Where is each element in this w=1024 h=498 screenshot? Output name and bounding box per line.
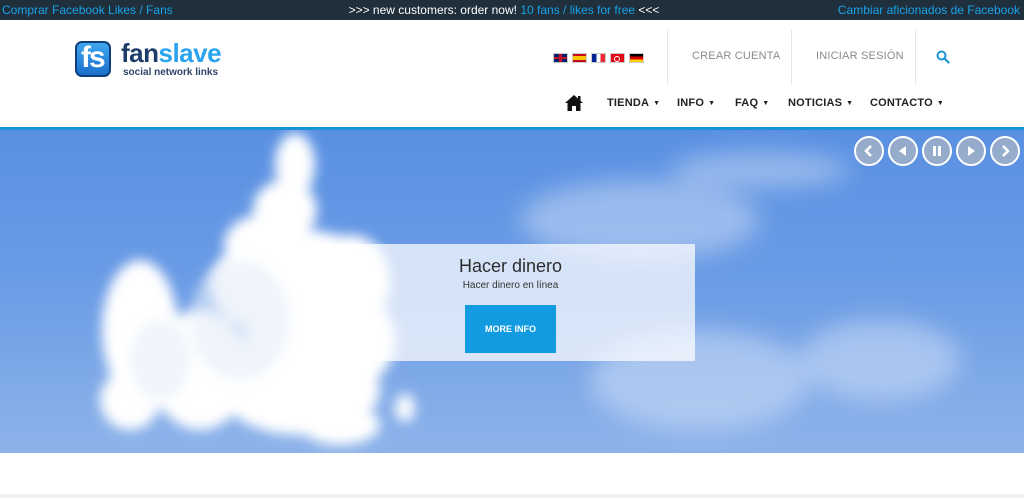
caret-down-icon: ▼	[846, 100, 854, 107]
nav-item-faq[interactable]: FAQ ▼	[735, 97, 769, 109]
slider-controls	[854, 136, 1020, 166]
play-left-icon	[899, 146, 906, 156]
caret-down-icon: ▼	[762, 100, 770, 107]
create-account-link[interactable]: CREAR CUENTA	[692, 50, 780, 62]
logo-name: fanslave	[121, 38, 222, 68]
search-icon[interactable]	[936, 50, 950, 64]
language-switcher	[553, 53, 644, 64]
caret-down-icon: ▼	[653, 100, 661, 107]
promo-highlight-link[interactable]: 10 fans / likes for free	[520, 3, 635, 17]
logo-tagline: social network links	[123, 67, 219, 78]
top-bar: Comprar Facebook Likes / Fans >>> new cu…	[0, 0, 1024, 20]
more-info-button[interactable]: MORE INFO	[465, 305, 556, 353]
site-header: fs fanslave social network links CREAR C…	[0, 20, 1024, 127]
promo-prefix: >>> new customers: order now!	[348, 3, 517, 17]
bottom-divider	[0, 494, 1024, 498]
next-slide-button[interactable]	[956, 136, 986, 166]
login-link[interactable]: INICIAR SESIÓN	[816, 50, 904, 62]
play-right-icon	[968, 146, 975, 156]
chevron-left-icon	[864, 145, 872, 157]
logo-mark: fs	[75, 41, 111, 77]
nav-item-tienda[interactable]: TIENDA ▼	[607, 97, 660, 109]
caret-down-icon: ▼	[708, 100, 716, 107]
chevron-right-icon	[1002, 145, 1010, 157]
nav-item-noticias[interactable]: NOTICIAS ▼	[788, 97, 853, 109]
slide-title: Hacer dinero	[458, 256, 563, 276]
fr-flag-icon[interactable]	[591, 53, 606, 63]
divider	[915, 30, 916, 84]
promo-suffix: <<<	[638, 3, 660, 17]
first-slide-button[interactable]	[854, 136, 884, 166]
nav-item-info[interactable]: INFO ▼	[677, 97, 715, 109]
nav-item-contacto[interactable]: CONTACTO ▼	[870, 97, 944, 109]
hero-slider: Hacer dinero Hacer dinero en línea MORE …	[0, 130, 1024, 453]
last-slide-button[interactable]	[990, 136, 1020, 166]
slide-caption: Hacer dinero Hacer dinero en línea MORE …	[326, 244, 695, 361]
divider	[667, 30, 668, 84]
pause-slide-button[interactable]	[922, 136, 952, 166]
home-icon[interactable]	[564, 94, 584, 112]
slide-subtitle: Hacer dinero en línea	[462, 280, 559, 291]
caret-down-icon: ▼	[936, 100, 945, 107]
below-hero-area	[0, 453, 1024, 498]
exchange-fans-link[interactable]: Cambiar aficionados de Facebook	[838, 0, 1020, 20]
uk-flag-icon[interactable]	[553, 53, 568, 63]
de-flag-icon[interactable]	[629, 53, 644, 63]
divider	[791, 30, 792, 84]
site-logo[interactable]: fs fanslave social network links	[75, 38, 235, 81]
prev-slide-button[interactable]	[888, 136, 918, 166]
tr-flag-icon[interactable]	[610, 53, 625, 63]
pause-icon	[933, 146, 941, 156]
es-flag-icon[interactable]	[572, 53, 587, 63]
